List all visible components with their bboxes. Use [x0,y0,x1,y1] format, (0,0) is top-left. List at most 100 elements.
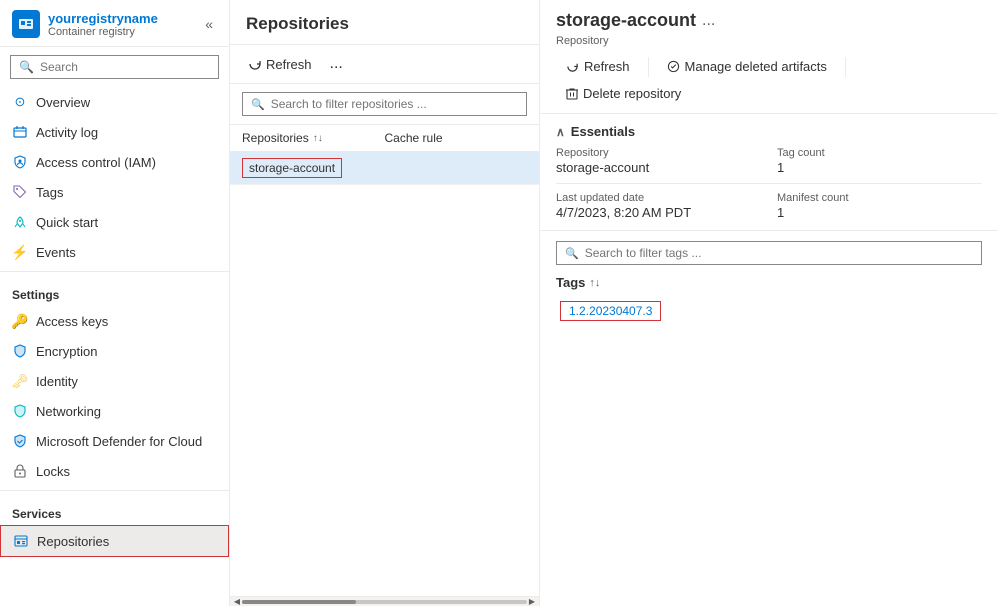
scroll-thumb[interactable] [242,600,356,604]
repo-name-badge[interactable]: storage-account [242,158,342,178]
repo-table: Repositories ↑↓ Cache rule storage-accou… [230,125,539,185]
detail-refresh-button[interactable]: Refresh [556,55,640,78]
scroll-right-arrow[interactable]: ▶ [527,597,537,606]
repo-filter-bar: 🔍 [230,84,539,125]
sidebar-item-access-keys[interactable]: 🔑 Access keys [0,306,229,336]
tags-section: 🔍 Tags ↑↓ 1.2.20230407.3 [540,231,998,606]
sidebar-item-locks[interactable]: Locks [0,456,229,486]
repo-toolbar: Refresh ... [230,45,539,84]
sidebar-header: yourregistryname Container registry « [0,0,229,47]
sidebar-item-activity-log[interactable]: Activity log [0,117,229,147]
table-row[interactable]: storage-account [230,152,539,185]
essentials-item-date: Last updated date 4/7/2023, 8:20 AM PDT [556,192,761,220]
essentials-item-repo: Repository storage-account [556,147,761,175]
sidebar-item-encryption[interactable]: Encryption [0,336,229,366]
essentials-label: Tag count [777,147,982,159]
col-cache-header: Cache rule [385,131,528,145]
tags-header: Tags ↑↓ [556,275,982,290]
sidebar-item-networking[interactable]: Networking [0,396,229,426]
sidebar-item-label: Activity log [36,125,98,140]
sidebar-item-label: Quick start [36,215,98,230]
horizontal-scrollbar[interactable]: ◀ ▶ [230,596,539,606]
delete-icon [566,87,578,100]
sidebar-item-label: Tags [36,185,63,200]
essentials-section: ∧ Essentials Repository storage-account … [540,114,998,231]
repo-scroll-container[interactable]: storage-account [230,152,539,185]
toolbar-separator [648,57,649,77]
filter-search-icon: 🔍 [251,98,265,111]
essentials-label: Last updated date [556,192,761,204]
sidebar-item-events[interactable]: ⚡ Events [0,237,229,267]
tag-badge[interactable]: 1.2.20230407.3 [560,301,661,321]
essentials-item-manifest: Manifest count 1 [777,192,982,220]
registry-type: Container registry [48,26,193,38]
essentials-grid: Repository storage-account Tag count 1 [556,147,982,175]
sidebar-item-identity[interactable]: 🗝 Identity [0,366,229,396]
registry-name[interactable]: yourregistryname [48,11,193,26]
key-icon: 🔑 [12,313,28,329]
essentials-label: Manifest count [777,192,982,204]
tags-search-icon: 🔍 [565,247,579,260]
tags-sort-icon: ↑↓ [589,277,600,289]
sidebar-item-quick-start[interactable]: Quick start [0,207,229,237]
main-content: Repositories Refresh ... 🔍 [230,0,998,606]
essentials-value: 4/7/2023, 8:20 AM PDT [556,205,761,220]
settings-section-label: Settings [0,276,229,306]
scroll-track[interactable] [242,600,527,604]
sidebar-item-repositories[interactable]: Repositories [0,525,229,557]
sidebar-item-label: Microsoft Defender for Cloud [36,434,202,449]
repo-more-button[interactable]: ... [324,51,349,77]
essentials-title: ∧ Essentials [556,124,982,139]
search-icon: 🔍 [19,60,34,74]
repo-panel-header: Repositories [230,0,539,45]
essentials-label: Repository [556,147,761,159]
repo-icon [13,533,29,549]
detail-title-row: storage-account ... [556,10,982,31]
essentials-value: 1 [777,205,982,220]
home-icon: ⊙ [12,94,28,110]
detail-subtitle: Repository [556,35,982,47]
detail-header: storage-account ... Repository Refresh [540,0,998,114]
detail-refresh-icon [566,60,579,73]
sidebar-item-label: Encryption [36,344,97,359]
repo-panel-title: Repositories [246,14,523,34]
refresh-icon [248,57,262,71]
sidebar-item-label: Networking [36,404,101,419]
essentials-item-tag-count: Tag count 1 [777,147,982,175]
sidebar-search-box[interactable]: 🔍 [10,55,219,79]
sidebar: yourregistryname Container registry « 🔍 … [0,0,230,606]
sidebar-item-label: Access keys [36,314,108,329]
essentials-chevron: ∧ [556,125,565,139]
activity-icon [12,124,28,140]
repo-filter-wrap[interactable]: 🔍 [242,92,527,116]
tags-filter-wrap[interactable]: 🔍 [556,241,982,265]
scroll-left-arrow[interactable]: ◀ [232,597,242,606]
defender-icon [12,433,28,449]
repo-name-cell[interactable]: storage-account [242,158,385,178]
services-section-label: Services [0,495,229,525]
shield-blue-icon [12,343,28,359]
lock-icon [12,463,28,479]
essentials-divider [556,183,982,184]
tags-filter-input[interactable] [585,246,973,260]
repo-filter-input[interactable] [271,97,518,111]
col-repositories-header: Repositories ↑↓ [242,131,385,145]
sidebar-collapse[interactable]: « [201,14,217,34]
sidebar-search-input[interactable] [40,60,210,74]
sidebar-item-overview[interactable]: ⊙ Overview [0,87,229,117]
detail-panel: storage-account ... Repository Refresh [540,0,998,606]
repositories-panel: Repositories Refresh ... 🔍 [230,0,540,606]
tag-row[interactable]: 1.2.20230407.3 [556,296,982,326]
repo-refresh-button[interactable]: Refresh [240,53,320,76]
sidebar-item-access-control[interactable]: Access control (IAM) [0,147,229,177]
detail-toolbar: Refresh Manage deleted artifacts [556,55,982,105]
sort-icon: ↑↓ [313,133,323,144]
sidebar-item-tags[interactable]: Tags [0,177,229,207]
essentials-grid-2: Last updated date 4/7/2023, 8:20 AM PDT … [556,192,982,220]
manage-deleted-button[interactable]: Manage deleted artifacts [657,55,837,78]
sidebar-item-defender[interactable]: Microsoft Defender for Cloud [0,426,229,456]
detail-title: storage-account [556,10,696,31]
delete-repo-button[interactable]: Delete repository [556,82,691,105]
detail-more-button[interactable]: ... [702,12,715,30]
essentials-value: storage-account [556,160,761,175]
